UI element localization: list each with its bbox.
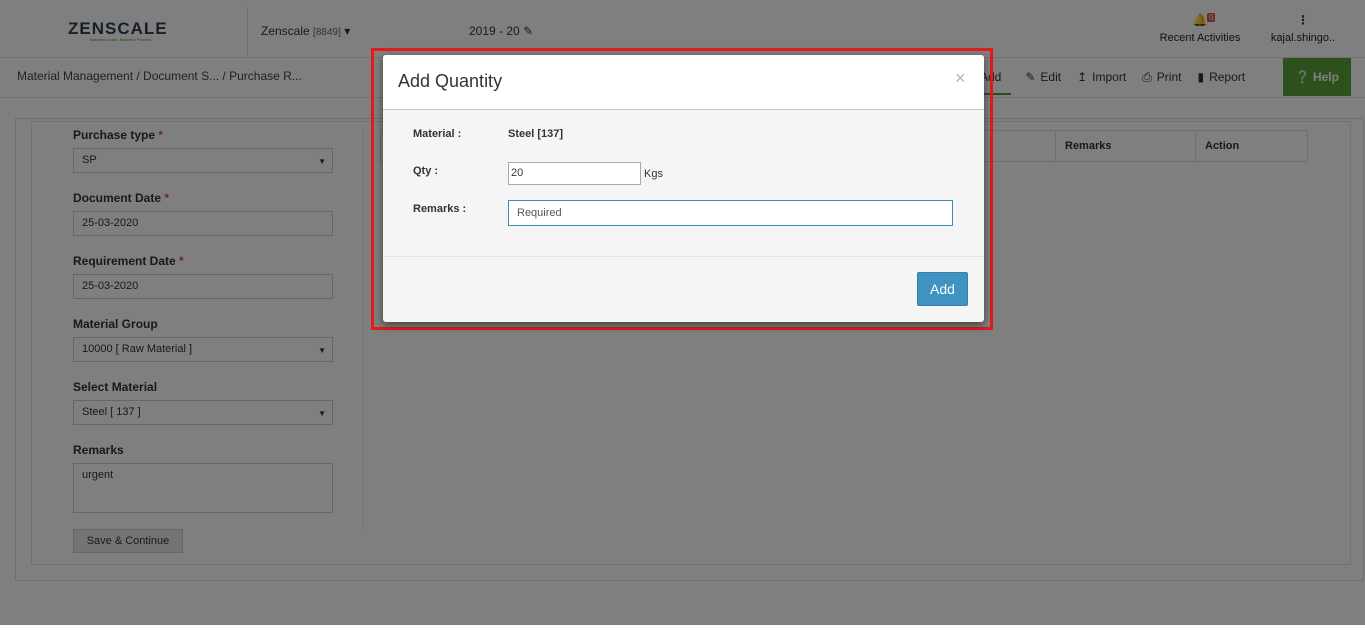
modal-remarks-label: Remarks : — [413, 203, 467, 215]
modal-title: Add Quantity — [398, 71, 503, 91]
modal-footer-divider — [383, 256, 984, 257]
qty-label: Qty : — [413, 165, 439, 177]
add-button[interactable]: Add — [917, 272, 968, 306]
material-value: Steel [137] — [508, 128, 564, 140]
qty-input[interactable]: 20 — [508, 162, 641, 185]
modal-header: Add Quantity × — [383, 55, 984, 110]
modal-remarks-input[interactable]: Required — [508, 200, 953, 226]
bottom-strip — [0, 625, 1365, 631]
add-quantity-modal: Add Quantity × Material : Steel [137] Qt… — [383, 55, 984, 322]
close-icon[interactable]: × — [955, 68, 966, 89]
qty-unit: Kgs — [644, 168, 663, 180]
material-label: Material : — [413, 128, 462, 140]
